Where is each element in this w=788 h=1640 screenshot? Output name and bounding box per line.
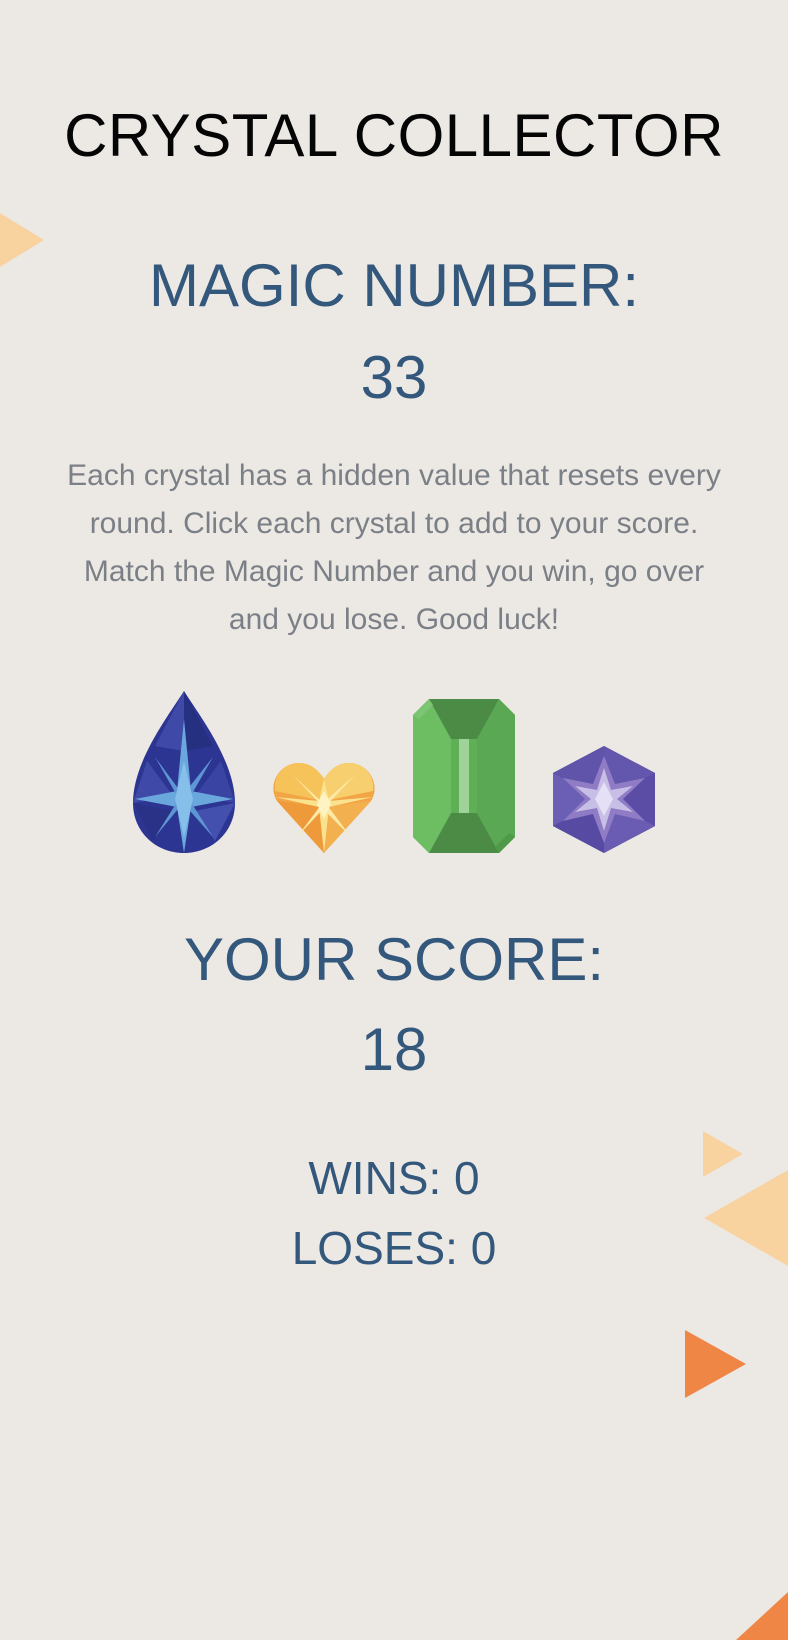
magic-number-value: 33 <box>360 344 428 411</box>
blue-teardrop-crystal[interactable] <box>133 691 235 853</box>
wins-count: WINS: 0 <box>308 1152 480 1204</box>
green-emerald-crystal[interactable] <box>413 699 515 853</box>
game-page: CRYSTAL COLLECTOR MAGIC NUMBER: 33 Each … <box>0 0 788 1640</box>
score-label: YOUR SCORE: <box>183 926 605 993</box>
purple-hexagon-crystal[interactable] <box>553 746 655 853</box>
magic-number-label: MAGIC NUMBER: <box>148 252 640 319</box>
instructions-text: Each crystal has a hidden value that res… <box>67 459 721 636</box>
loses-count: LOSES: 0 <box>291 1222 497 1274</box>
yellow-heart-crystal[interactable] <box>273 761 375 853</box>
page-title: CRYSTAL COLLECTOR <box>64 102 724 169</box>
score-value: 18 <box>360 1016 428 1083</box>
